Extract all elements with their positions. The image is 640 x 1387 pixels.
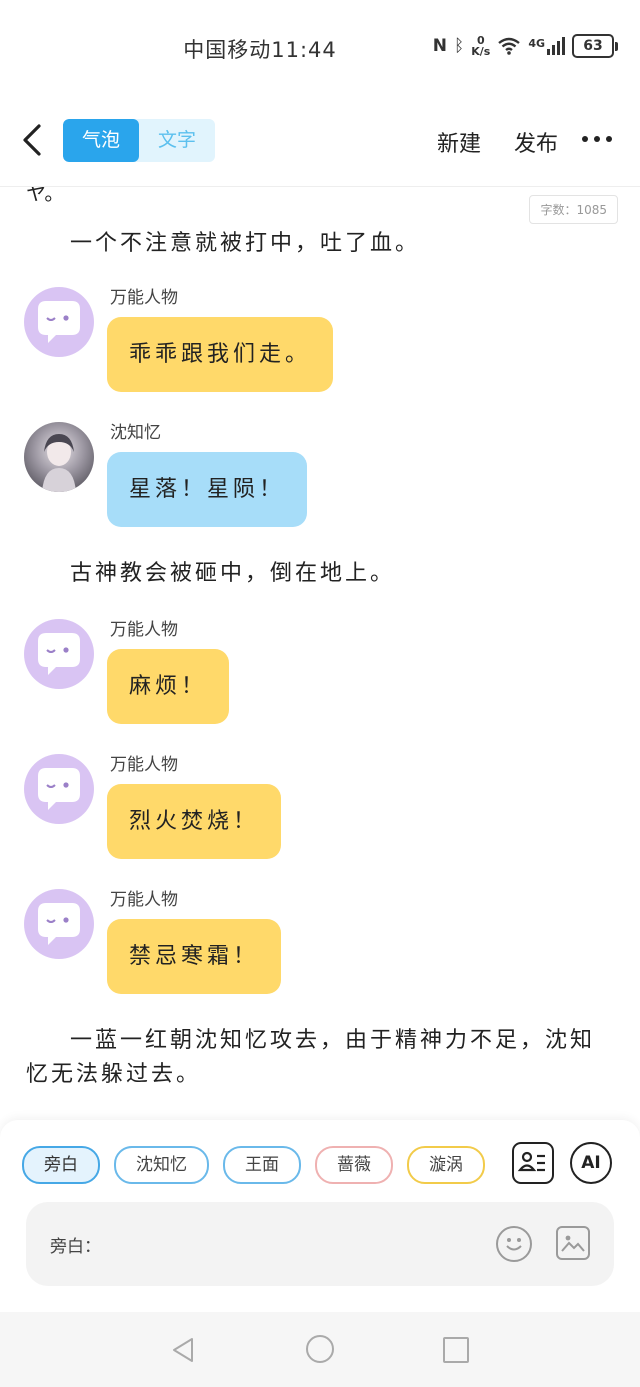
speaker-name: 万能人物 [110, 890, 178, 910]
smiley-icon [506, 1238, 522, 1251]
message-bubble[interactable]: 乖乖跟我们走。 [107, 317, 334, 392]
chat-bubble-icon [38, 301, 80, 343]
tab-text[interactable]: 文字 [139, 119, 215, 162]
role-selector: 旁白 沈知忆 王面 蔷薇 漩涡 [22, 1146, 485, 1184]
role-chip-shenzhiyi[interactable]: 沈知忆 [114, 1146, 209, 1184]
avatar[interactable] [24, 754, 94, 824]
system-navigation-bar [0, 1312, 640, 1387]
message-bubble[interactable]: 麻烦！ [107, 649, 230, 724]
contact-card-icon [517, 1151, 545, 1172]
chat-bubble-icon [38, 768, 80, 810]
more-icon[interactable] [582, 136, 612, 142]
avatar[interactable] [24, 287, 94, 357]
character-card-button[interactable] [512, 1142, 554, 1184]
message-bubble[interactable]: 禁忌寒霜！ [107, 919, 282, 994]
chat-bubble-icon [38, 903, 80, 945]
tab-bubble[interactable]: 气泡 [63, 119, 139, 162]
avatar[interactable] [24, 619, 94, 689]
composer-panel: 旁白 沈知忆 王面 蔷薇 漩涡 AI 旁白： [0, 1120, 640, 1312]
chat-bubble-icon [38, 633, 80, 675]
net-speed: 0 K/s [471, 34, 491, 58]
battery-icon: 63 [572, 34, 618, 58]
portrait-image [42, 434, 76, 492]
role-chip-xuanwo[interactable]: 漩涡 [407, 1146, 485, 1184]
message-input[interactable] [106, 1224, 490, 1266]
character-avatar[interactable] [24, 422, 94, 492]
speaker-name: 万能人物 [110, 620, 178, 640]
signal-icon: 4G [528, 37, 565, 55]
status-bar: 中国移动11:44 N ᛒ 0 K/s 4G 63 [0, 0, 640, 96]
message-bubble[interactable]: 烈火焚烧！ [107, 784, 282, 859]
input-role-label: 旁白： [50, 1237, 101, 1257]
narration-cut: ヤ。 [26, 187, 65, 205]
nfc-icon: N [432, 36, 448, 56]
role-chip-qiangwei[interactable]: 蔷薇 [315, 1146, 393, 1184]
picture-icon [561, 1235, 585, 1252]
top-toolbar: 气泡 文字 新建 发布 [0, 96, 640, 187]
mode-toggle: 气泡 文字 [63, 119, 215, 162]
message-bubble[interactable]: 星落！星陨！ [107, 452, 308, 527]
new-button[interactable]: 新建 [437, 126, 481, 158]
ai-button[interactable]: AI [570, 1142, 612, 1184]
back-icon[interactable] [18, 123, 48, 157]
nav-back-icon[interactable] [170, 1336, 196, 1364]
emoji-icon[interactable] [496, 1226, 532, 1262]
word-count-badge: 字数：1085 [529, 195, 618, 224]
role-chip-wangmian[interactable]: 王面 [223, 1146, 301, 1184]
wifi-icon [498, 37, 521, 55]
narration-text[interactable]: 古神教会被砸中，倒在地上。 [26, 557, 616, 591]
status-icons: N ᛒ 0 K/s 4G 63 [433, 34, 618, 58]
speaker-name: 万能人物 [110, 755, 178, 775]
narration-text[interactable]: 一个不注意就被打中，吐了血。 [26, 227, 616, 261]
speaker-name: 万能人物 [110, 288, 178, 308]
publish-button[interactable]: 发布 [514, 126, 558, 158]
role-chip-narrator[interactable]: 旁白 [22, 1146, 100, 1184]
narration-text[interactable]: 一蓝一红朝沈知忆攻去，由于精神力不足，沈知忆无法躲过去。 [26, 1024, 616, 1092]
image-icon[interactable] [556, 1226, 590, 1260]
speaker-name: 沈知忆 [110, 423, 161, 443]
message-input-box[interactable]: 旁白： [26, 1202, 614, 1286]
chat-area[interactable]: ヤ。 字数：1085 一个不注意就被打中，吐了血。 万能人物 乖乖跟我们走。 沈… [0, 187, 640, 1112]
avatar[interactable] [24, 889, 94, 959]
bluetooth-icon: ᛒ [454, 36, 465, 56]
nav-recents-icon[interactable] [443, 1337, 469, 1363]
nav-home-icon[interactable] [306, 1335, 334, 1363]
